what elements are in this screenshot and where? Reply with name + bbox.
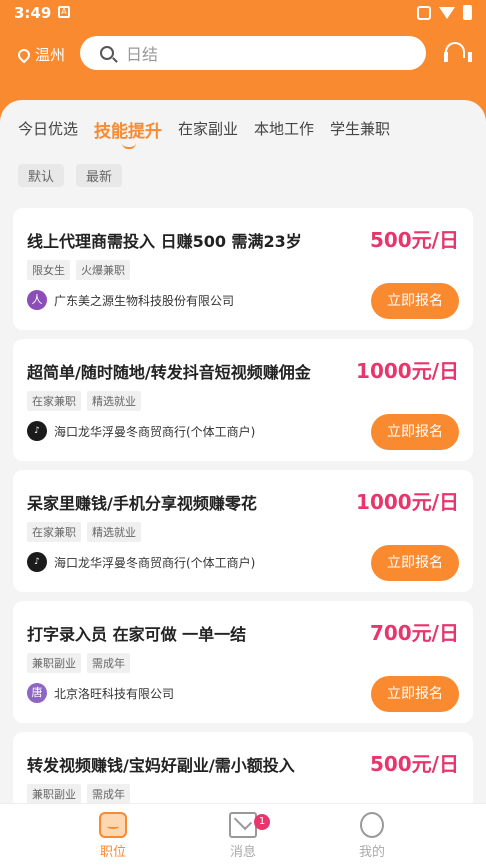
tab-today-picks[interactable]: 今日优选 (18, 118, 78, 146)
company-logo: 唐 (27, 683, 47, 703)
tiktok-logo-icon: ♪ (27, 421, 47, 441)
company-name: 海口龙华浮曼冬商贸商行(个体工商户) (54, 555, 256, 570)
company-logo: 人 (27, 290, 47, 310)
job-tag: 火爆兼职 (76, 260, 130, 280)
wifi-icon (439, 6, 455, 19)
company-name: 海口龙华浮曼冬商贸商行(个体工商户) (54, 424, 256, 439)
job-card[interactable]: 超简单/随时随地/转发抖音短视频赚佣金 1000元/日 在家兼职 精选就业 ♪ … (13, 339, 473, 461)
status-icons (417, 5, 472, 20)
status-bar: 3:49 A (0, 0, 486, 28)
company-name: 北京洛旺科技有限公司 (54, 686, 175, 701)
job-tag: 兼职副业 (27, 653, 81, 673)
tab-home-side-job[interactable]: 在家副业 (178, 118, 238, 146)
tab-local-work[interactable]: 本地工作 (254, 118, 314, 146)
category-tabs: 今日优选 技能提升 在家副业 本地工作 学生兼职 (18, 117, 390, 149)
job-title: 呆家里赚钱/手机分享视频赚零花 (27, 494, 257, 513)
job-title: 线上代理商需投入 日赚500 需满23岁 (27, 232, 302, 251)
job-title: 转发视频赚钱/宝妈好副业/需小额投入 (27, 756, 295, 775)
vibrate-icon (417, 5, 431, 20)
tab-skill-upgrade[interactable]: 技能提升 (94, 117, 162, 149)
job-tags: 兼职副业 需成年 (27, 784, 130, 804)
company-info: 唐 北京洛旺科技有限公司 (27, 683, 174, 703)
search-input[interactable]: 日结 (80, 36, 426, 70)
job-tag: 在家兼职 (27, 391, 81, 411)
job-tags: 在家兼职 精选就业 (27, 391, 141, 411)
job-salary: 500元/日 (369, 752, 459, 776)
search-placeholder: 日结 (126, 45, 159, 64)
sort-latest[interactable]: 最新 (76, 164, 123, 187)
location-label: 温州 (35, 46, 66, 64)
job-tags: 限女生 火爆兼职 (27, 260, 130, 280)
job-tag: 精选就业 (87, 391, 141, 411)
message-badge: 1 (254, 814, 270, 830)
job-tag: 精选就业 (87, 522, 141, 542)
sim-icon: A (58, 6, 70, 18)
apply-button[interactable]: 立即报名 (371, 676, 459, 712)
job-tags: 兼职副业 需成年 (27, 653, 130, 673)
company-info: 人 广东美之源生物科技股份有限公司 (27, 290, 234, 310)
job-card[interactable]: 打字录入员 在家可做 一单一结 700元/日 兼职副业 需成年 唐 北京洛旺科技… (13, 601, 473, 723)
job-tag: 需成年 (87, 784, 130, 804)
job-tag: 在家兼职 (27, 522, 81, 542)
company-info: ♪ 海口龙华浮曼冬商贸商行(个体工商户) (27, 421, 255, 441)
tab-student-parttime[interactable]: 学生兼职 (330, 118, 390, 146)
status-time: 3:49 (14, 4, 52, 22)
apply-button[interactable]: 立即报名 (371, 414, 459, 450)
job-tags: 在家兼职 精选就业 (27, 522, 141, 542)
job-card[interactable]: 呆家里赚钱/手机分享视频赚零花 1000元/日 在家兼职 精选就业 ♪ 海口龙华… (13, 470, 473, 592)
home-icon (99, 812, 127, 838)
nav-messages-label: 消息 (229, 845, 256, 860)
job-salary: 1000元/日 (356, 359, 459, 383)
sort-default[interactable]: 默认 (18, 164, 65, 187)
job-salary: 700元/日 (369, 621, 459, 645)
job-tag: 限女生 (27, 260, 70, 280)
tiktok-glyph: ♪ (34, 426, 40, 436)
job-card[interactable]: 线上代理商需投入 日赚500 需满23岁 500元/日 限女生 火爆兼职 人 广… (13, 208, 473, 330)
sort-options: 默认 最新 (18, 164, 123, 187)
mail-icon (229, 812, 257, 838)
apply-button[interactable]: 立即报名 (371, 545, 459, 581)
apply-button[interactable]: 立即报名 (371, 283, 459, 319)
company-name: 广东美之源生物科技股份有限公司 (54, 293, 235, 308)
location-pin-icon (15, 46, 33, 63)
tiktok-logo-icon: ♪ (27, 552, 47, 572)
location-selector[interactable]: 温州 (15, 44, 66, 65)
company-info: ♪ 海口龙华浮曼冬商贸商行(个体工商户) (27, 552, 255, 572)
job-title: 打字录入员 在家可做 一单一结 (27, 625, 247, 644)
job-salary: 500元/日 (369, 228, 459, 252)
nav-me-label: 我的 (358, 845, 385, 860)
nav-jobs[interactable]: 职位 (83, 812, 143, 860)
job-tag: 需成年 (87, 653, 130, 673)
nav-jobs-label: 职位 (99, 845, 126, 860)
nav-me[interactable]: 我的 (342, 812, 402, 860)
profile-icon (360, 812, 384, 838)
search-icon (100, 46, 114, 60)
battery-icon (463, 5, 472, 20)
headset-icon[interactable] (444, 42, 472, 62)
bottom-nav: 职位 消息 1 我的 (0, 803, 486, 865)
job-tag: 兼职副业 (27, 784, 81, 804)
job-title: 超简单/随时随地/转发抖音短视频赚佣金 (27, 363, 311, 382)
job-salary: 1000元/日 (356, 490, 459, 514)
tiktok-glyph: ♪ (34, 557, 40, 567)
